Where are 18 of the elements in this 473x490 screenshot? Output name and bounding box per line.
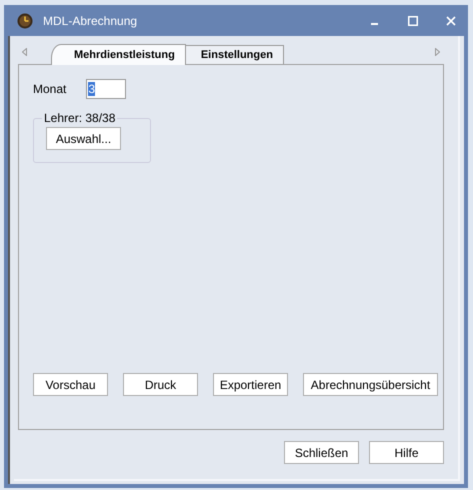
action-button[interactable]: Exportieren — [213, 373, 288, 396]
month-input-field[interactable]: 3 — [86, 79, 126, 99]
footer-button[interactable]: Schließen — [284, 441, 359, 464]
selection-button[interactable]: Auswahl... — [46, 127, 121, 150]
group-title: Lehrer: 38/38 — [43, 111, 116, 125]
scroll-left-icon[interactable] — [22, 48, 27, 56]
action-button[interactable]: Druck — [123, 373, 198, 396]
tab[interactable]: Einstellungen — [184, 45, 284, 64]
footer-button[interactable]: Hilfe — [369, 441, 444, 464]
scroll-right-icon[interactable] — [435, 48, 440, 56]
close-icon[interactable] — [446, 16, 456, 26]
clock-icon — [17, 12, 33, 28]
month-label: Monat — [33, 82, 66, 96]
maximize-icon[interactable] — [408, 16, 418, 26]
action-button[interactable]: Vorschau — [33, 373, 108, 396]
action-button[interactable]: Abrechnungsübersicht — [303, 373, 438, 396]
window-title: MDL-Abrechnung — [43, 14, 138, 28]
tab[interactable]: Mehrdienstleistung — [51, 44, 186, 65]
